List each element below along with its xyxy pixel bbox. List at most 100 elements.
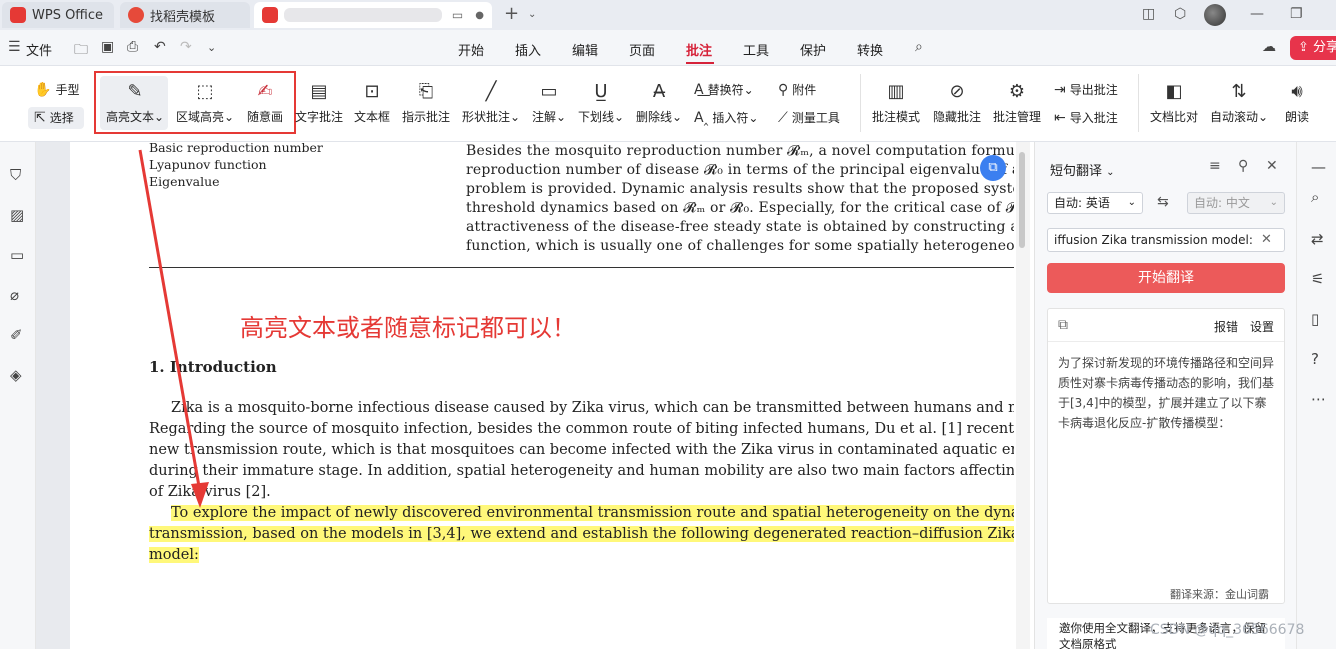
signature-icon[interactable]: ✐	[10, 326, 23, 344]
menu-tab-page[interactable]: 页面	[629, 40, 655, 59]
window-layout-icon[interactable]: ◫	[1142, 6, 1155, 22]
note-button[interactable]: ▭ 注解⌄	[530, 80, 568, 125]
export-comments-label: 导出批注	[1069, 83, 1118, 97]
menu-tab-protect[interactable]: 保护	[800, 40, 826, 59]
target-language-select[interactable]: 自动: 中文 ⌄	[1187, 192, 1285, 214]
chevron-down-icon[interactable]: ⌄	[528, 9, 536, 20]
tab-current-document[interactable]: ▭ ●	[254, 2, 492, 28]
menu-tab-insert[interactable]: 插入	[515, 40, 541, 59]
replace-symbol-button[interactable]: A͟ 替换符 ⌄	[694, 81, 754, 98]
search-icon[interactable]: ⌕	[1311, 188, 1319, 206]
more-icon[interactable]: ⋯	[1311, 390, 1326, 408]
pin-icon[interactable]: ⚲	[1238, 158, 1248, 174]
title-bar: WPS Office 找稻壳模板 ▭ ● + ⌄ ◫ ⬡ — ❐	[0, 0, 1336, 30]
insert-symbol-label: 插入符	[712, 111, 749, 125]
highlighted-text[interactable]: transmission, based on the models in [3,…	[149, 526, 1014, 542]
minus-icon[interactable]: —	[1311, 158, 1326, 176]
underline-label: 下划线	[577, 110, 614, 124]
chevron-down-icon[interactable]: ⌄	[207, 41, 216, 54]
undo-icon[interactable]: ↶	[154, 39, 166, 55]
text-comment-button[interactable]: ▤ 文字批注	[294, 80, 344, 125]
attachment-icon[interactable]: ⌀	[10, 286, 19, 304]
hamburger-icon[interactable]: ☰	[8, 39, 21, 55]
translate-panel-title[interactable]: 短句翻译 ⌄	[1050, 160, 1115, 179]
minimize-icon[interactable]: —	[1250, 6, 1264, 22]
close-icon[interactable]: ✕	[1266, 158, 1278, 174]
menu-tab-convert[interactable]: 转换	[857, 40, 883, 59]
translate-input[interactable]: iffusion Zika transmission model:	[1047, 228, 1285, 252]
comment-icon[interactable]: ▭	[10, 246, 24, 264]
replace-symbol-label: 替换符	[707, 83, 744, 97]
restore-icon[interactable]: ❐	[1290, 6, 1303, 22]
strikethrough-button[interactable]: A̶ 删除线⌄	[634, 80, 684, 125]
bookmark-icon[interactable]: ⛉	[10, 166, 21, 184]
redo-icon[interactable]: ↷	[180, 39, 192, 55]
underline-icon: U̲	[594, 80, 608, 102]
layers-icon[interactable]: ◈	[10, 366, 22, 384]
export-comments-button[interactable]: ⇥ 导出批注	[1054, 81, 1118, 98]
image-icon[interactable]: ▨	[10, 206, 24, 224]
import-comments-button[interactable]: ⇤ 导入批注	[1054, 109, 1118, 126]
shape-comment-button[interactable]: ╱ 形状批注⌄	[460, 80, 522, 125]
highlighted-text[interactable]: To explore the impact of newly discovere…	[171, 505, 1014, 521]
floating-translate-icon[interactable]: ⧉	[980, 155, 1006, 181]
dot-icon[interactable]: ●	[475, 10, 484, 21]
menu-tab-comment[interactable]: 批注	[686, 40, 712, 59]
hand-tool-button[interactable]: ✋ 手型	[34, 81, 79, 98]
sliders-icon[interactable]: ⚟	[1311, 270, 1324, 288]
copy-icon[interactable]: ⧉	[1058, 317, 1068, 333]
document-page[interactable]: Basic reproduction number Lyapunov funct…	[70, 142, 1014, 649]
read-aloud-button[interactable]: 🔊︎ 朗读	[1280, 80, 1314, 125]
avatar[interactable]	[1204, 4, 1226, 26]
comment-mode-button[interactable]: ▥ 批注模式	[870, 80, 922, 125]
translate-icon[interactable]: ⇄	[1311, 230, 1324, 248]
start-translate-button[interactable]: 开始翻译	[1047, 263, 1285, 293]
print-icon[interactable]: ⎙	[127, 39, 138, 55]
search-icon[interactable]: ⌕	[915, 39, 923, 55]
wps-logo-icon	[10, 7, 26, 23]
clear-input-icon[interactable]: ✕	[1261, 232, 1272, 247]
insert-symbol-button[interactable]: A‸ 插入符 ⌄	[694, 109, 758, 126]
auto-scroll-label: 自动滚动	[1209, 110, 1258, 124]
open-folder-icon[interactable]: 🗀	[74, 39, 88, 63]
underline-button[interactable]: U̲ 下划线⌄	[576, 80, 626, 125]
settings-link[interactable]: 设置	[1250, 318, 1274, 335]
text-box-button[interactable]: ⊡ 文本框	[352, 80, 392, 125]
source-language-select[interactable]: 自动: 英语 ⌄	[1047, 192, 1143, 214]
new-tab-icon[interactable]: +	[504, 3, 519, 24]
strikethrough-icon: A̶	[652, 80, 666, 102]
swap-languages-icon[interactable]: ⇆	[1157, 194, 1169, 210]
manage-comments-button[interactable]: ⚙ 批注管理	[990, 80, 1044, 125]
paragraph-line: Zika is a mosquito-borne infectious dise…	[171, 400, 1014, 416]
pdf-logo-icon	[262, 7, 278, 23]
menu-tab-edit[interactable]: 编辑	[572, 40, 598, 59]
measure-tool-button[interactable]: ⟋ 测量工具	[778, 109, 840, 126]
tab-wps-office[interactable]: WPS Office	[2, 2, 114, 28]
manage-comments-label: 批注管理	[992, 110, 1041, 124]
monitor-icon[interactable]: ▭	[452, 8, 463, 22]
abstract-line: attractiveness of the disease-free stead…	[466, 219, 1014, 235]
scrollbar-thumb[interactable]	[1019, 152, 1025, 248]
file-menu[interactable]: 文件	[26, 40, 52, 59]
menu-tab-start[interactable]: 开始	[458, 40, 484, 59]
book-icon[interactable]: ▯	[1311, 310, 1319, 328]
auto-scroll-button[interactable]: ⇅ 自动滚动⌄	[1208, 80, 1270, 125]
tab-template[interactable]: 找稻壳模板	[120, 2, 250, 28]
target-language-label: 自动: 中文	[1194, 196, 1250, 210]
cloud-icon[interactable]: ☁	[1262, 39, 1276, 55]
attachment-button[interactable]: ⚲ 附件	[778, 81, 816, 98]
pointer-comment-icon: ⎗	[418, 80, 434, 102]
cube-icon[interactable]: ⬡	[1174, 6, 1186, 22]
save-icon[interactable]: ▣	[101, 39, 114, 55]
help-icon[interactable]: ?	[1311, 350, 1319, 368]
compare-docs-button[interactable]: ◧ 文档比对	[1148, 80, 1200, 125]
menu-tab-tools[interactable]: 工具	[743, 40, 769, 59]
hide-comments-button[interactable]: ⊘ 隐藏批注	[930, 80, 984, 125]
cursor-arrow-icon: ⇱	[34, 109, 46, 126]
select-tool-button[interactable]: ⇱ 选择	[34, 109, 74, 126]
highlighted-text[interactable]: model:	[149, 547, 199, 563]
pointer-comment-button[interactable]: ⎗ 指示批注	[400, 80, 452, 125]
report-error-link[interactable]: 报错	[1214, 318, 1238, 335]
menu-icon[interactable]: ≡	[1209, 158, 1221, 174]
share-button[interactable]: ⇪ 分享	[1290, 36, 1336, 60]
